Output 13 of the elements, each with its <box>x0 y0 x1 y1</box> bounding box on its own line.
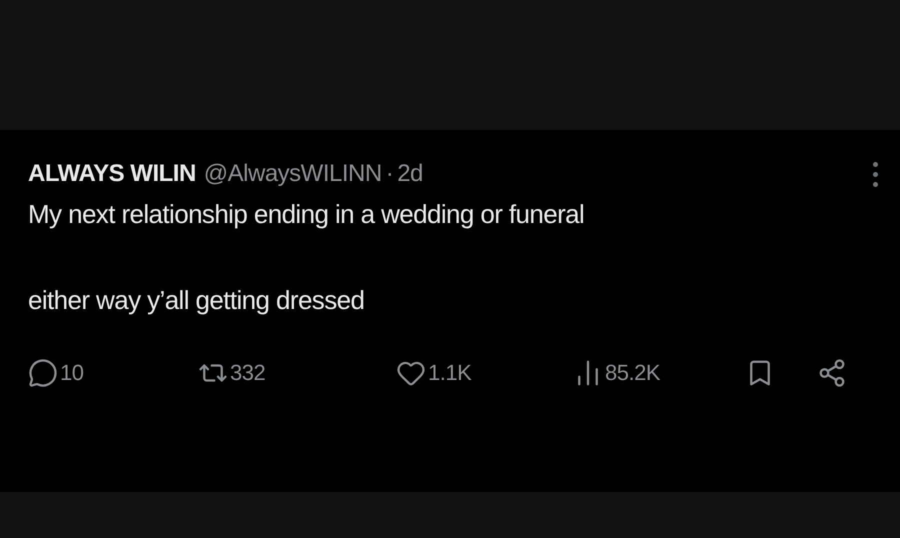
author-handle: @AlwaysWILINN <box>204 160 382 188</box>
tweet-text: My next relationship ending in a wedding or funeral <box>28 198 586 230</box>
share-icon <box>817 358 847 388</box>
author-name: ALWAYS WILIN <box>28 160 196 188</box>
separator-dot: · <box>386 160 394 188</box>
speech-bubble-icon <box>28 358 58 388</box>
views-button[interactable]: 85.2K <box>573 358 745 388</box>
post-time: 2d <box>397 160 423 188</box>
more-icon[interactable] <box>873 162 878 186</box>
repost-button[interactable]: 332 <box>198 358 396 388</box>
reply-button[interactable]: 10 <box>28 358 198 388</box>
tweet-text: either way y’all getting dressed <box>28 284 366 316</box>
like-button[interactable]: 1.1K <box>396 358 573 388</box>
